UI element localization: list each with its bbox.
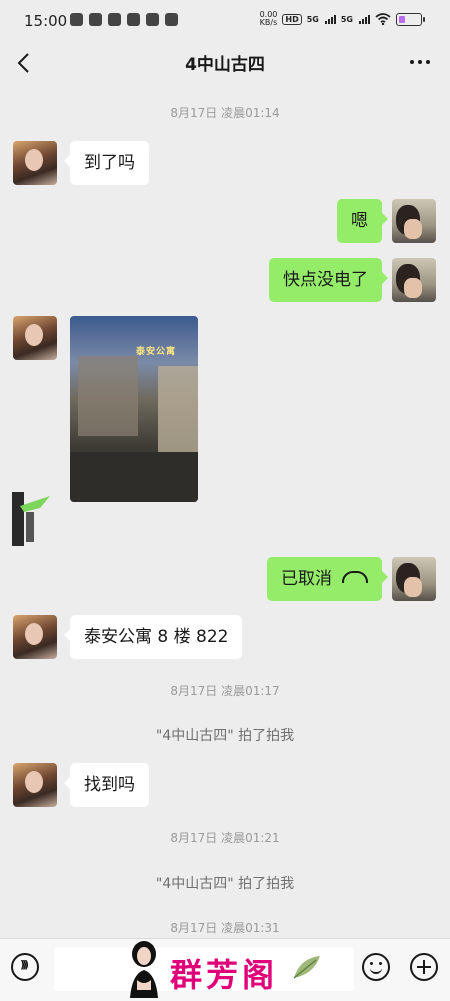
message-bubble-incoming[interactable]: 找到吗 <box>64 763 149 807</box>
call-status-text: 已取消 <box>281 569 332 589</box>
message-bubble-outgoing[interactable]: 嗯 <box>337 199 388 243</box>
photo-road <box>70 452 198 502</box>
gallery-icon <box>146 13 159 26</box>
status-bar: 15:00 0.00 KB/s HD 5G 5G <box>0 0 450 44</box>
signal-1-label: 5G <box>306 14 319 24</box>
my-avatar[interactable] <box>392 258 436 302</box>
status-time: 15:00 <box>24 12 68 30</box>
weibo-icon <box>108 13 121 26</box>
pat-notification: "4中山古四" 拍了拍我 <box>155 876 295 892</box>
call-end-icon <box>342 571 368 583</box>
net-speed: 0.00 KB/s <box>260 11 278 27</box>
timestamp: 8月17日 凌晨01:14 <box>170 106 280 120</box>
chat-header: 4中山古四 <box>0 40 450 86</box>
photo-building <box>78 356 138 436</box>
emoji-icon[interactable] <box>362 953 390 981</box>
chat-title: 4中山古四 <box>185 55 265 75</box>
message-bubble-outgoing[interactable]: 快点没电了 <box>269 258 388 302</box>
watermark-figure-icon <box>130 941 158 998</box>
timestamp: 8月17日 凌晨01:31 <box>170 921 280 935</box>
photo-sign: 泰安公寓 <box>136 347 177 357</box>
plus-icon[interactable] <box>410 953 438 981</box>
contact-avatar[interactable] <box>13 763 57 807</box>
hd-badge: HD <box>282 13 302 25</box>
notification-icons <box>70 13 178 26</box>
signal-2-label: 5G <box>340 14 353 24</box>
message-icon <box>89 13 102 26</box>
call-cancelled-bubble[interactable]: 已取消 <box>267 557 388 601</box>
voice-icon[interactable] <box>11 953 39 981</box>
signal-2-icon <box>359 14 370 24</box>
status-indicators: 0.00 KB/s HD 5G 5G <box>260 11 425 27</box>
my-avatar[interactable] <box>392 199 436 243</box>
check-icon <box>165 13 178 26</box>
watermark: 群芳阁 <box>120 938 340 1000</box>
watermark-text: 群芳阁 <box>170 956 279 994</box>
message-bubble-incoming[interactable]: 到了吗 <box>64 141 149 185</box>
render-glitch <box>12 492 50 546</box>
message-bubble-incoming[interactable]: 泰安公寓 8 楼 822 <box>63 615 243 659</box>
tiktok-icon <box>127 13 140 26</box>
wifi-icon <box>375 13 391 25</box>
more-dots-icon[interactable] <box>410 60 430 64</box>
net-speed-unit: KB/s <box>259 18 278 27</box>
contact-avatar[interactable] <box>13 615 57 659</box>
pat-notification: "4中山古四" 拍了拍我 <box>155 728 295 744</box>
signal-1-icon <box>324 14 336 24</box>
timestamp: 8月17日 凌晨01:17 <box>170 684 280 698</box>
contact-avatar[interactable] <box>13 141 57 185</box>
image-message[interactable]: 泰安公寓 <box>70 316 198 502</box>
contact-avatar[interactable] <box>13 316 57 360</box>
timestamp: 8月17日 凌晨01:21 <box>170 831 280 845</box>
qq-icon <box>70 13 83 26</box>
watermark-leaf-icon <box>293 956 320 979</box>
battery-icon <box>396 12 425 26</box>
my-avatar[interactable] <box>392 557 436 601</box>
